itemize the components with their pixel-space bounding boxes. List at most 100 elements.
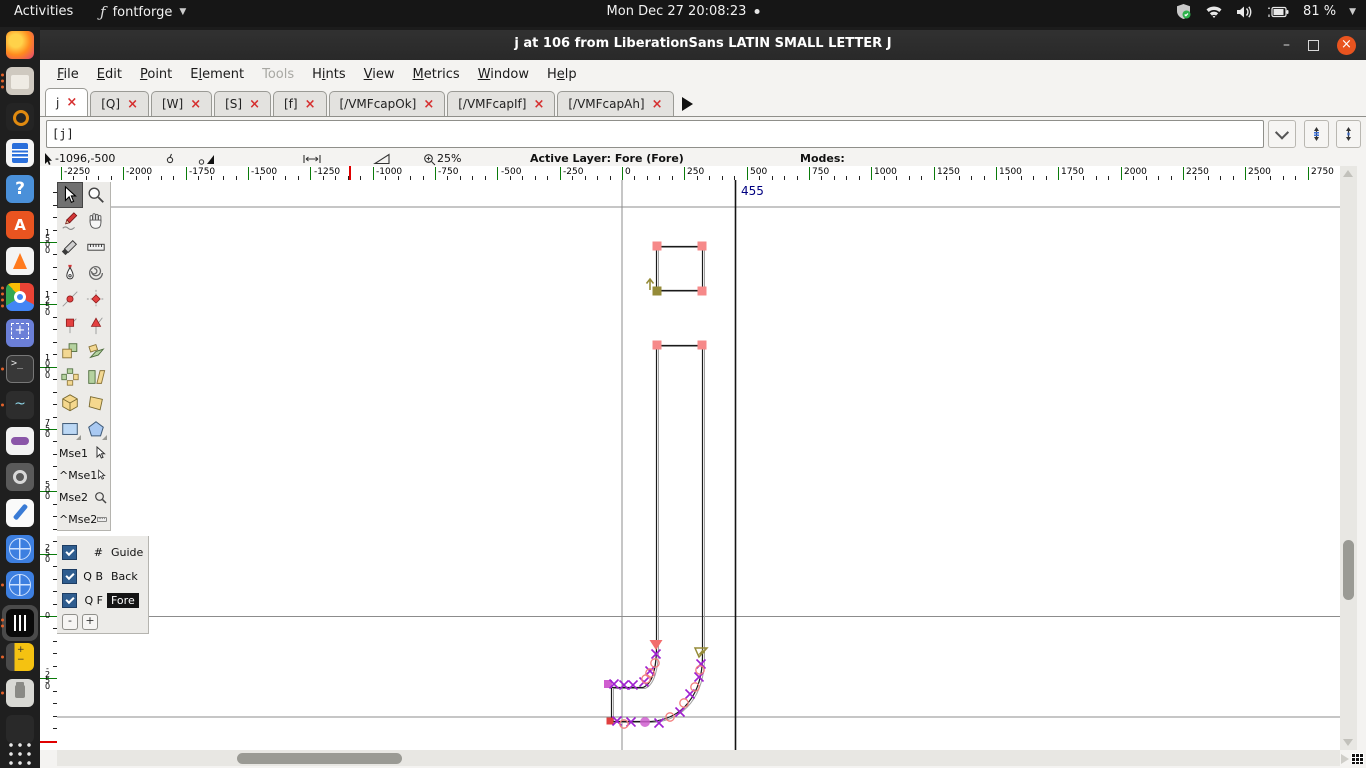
app-menu[interactable]: ƒ fontforge ▼ <box>100 3 186 21</box>
maximize-button[interactable] <box>1308 39 1319 51</box>
horizontal-scrollbar[interactable] <box>57 750 1340 766</box>
glyph-tab-VMFcapIf[interactable]: [/VMFcapIf] × <box>447 91 556 116</box>
dock-item-help[interactable]: ? <box>4 173 36 205</box>
dock-item-text-editor[interactable] <box>4 497 36 529</box>
remove-layer-button[interactable]: - <box>62 614 78 630</box>
wordlist-input[interactable] <box>46 120 1264 148</box>
pointer-tool[interactable] <box>57 182 83 208</box>
keyboard-layout-icon[interactable] <box>1351 753 1364 764</box>
tangent-point-tool[interactable] <box>83 312 109 338</box>
dock-item-vlc[interactable] <box>4 245 36 277</box>
dock-item-usb-creator[interactable] <box>1 677 36 709</box>
layer-visibility-checkbox[interactable] <box>62 544 77 560</box>
scale-tool[interactable] <box>57 338 83 364</box>
prev-word-button[interactable] <box>1304 120 1329 148</box>
tab-close-icon[interactable]: × <box>305 97 316 112</box>
add-layer-button[interactable]: + <box>82 614 98 630</box>
layer-name[interactable]: Back <box>107 569 142 584</box>
layer-row-fore[interactable]: Q F Fore <box>57 588 148 612</box>
glyph-tab-f[interactable]: [f] × <box>273 91 327 116</box>
scroll-hand-tool[interactable] <box>83 208 109 234</box>
hvcurve-point-tool[interactable] <box>83 286 109 312</box>
knife-tool[interactable] <box>57 234 83 260</box>
dock-item-calculator[interactable] <box>1 641 36 673</box>
polygon-star-tool[interactable] <box>83 416 109 442</box>
layer-visibility-checkbox[interactable] <box>62 592 77 608</box>
skew-tool[interactable] <box>83 364 109 390</box>
glyph-tab-j[interactable]: j × <box>45 88 89 116</box>
tab-close-icon[interactable]: × <box>652 97 663 112</box>
dock-item-document-viewer[interactable] <box>4 137 36 169</box>
tab-overflow-arrow-icon[interactable] <box>681 97 693 111</box>
menu-edit[interactable]: Edit <box>88 64 131 85</box>
tab-close-icon[interactable]: × <box>533 97 544 112</box>
layer-row-guide[interactable]: # Guide <box>57 540 148 564</box>
tab-close-icon[interactable]: × <box>190 97 201 112</box>
tab-close-icon[interactable]: × <box>127 97 138 112</box>
dock-item-tweaks[interactable] <box>4 425 36 457</box>
dock-item-files[interactable] <box>1 65 36 97</box>
spiro-tool[interactable] <box>83 260 109 286</box>
window-titlebar[interactable]: j at 106 from LiberationSans LATIN SMALL… <box>40 30 1366 60</box>
ctrl-mse1-label: ^Mse1 <box>59 468 98 482</box>
dock-item-settings[interactable] <box>4 461 36 493</box>
clock[interactable]: Mon Dec 27 20:08:23 <box>607 4 760 19</box>
layer-name[interactable]: Fore <box>107 592 139 608</box>
glyph-tab-VMFcapAh[interactable]: [/VMFcapAh] × <box>557 91 674 116</box>
pen-tool[interactable] <box>57 260 83 286</box>
dock-item-chrome[interactable] <box>1 281 36 313</box>
glyph-tab-W[interactable]: [W] × <box>150 91 213 116</box>
dock-item-screenshot[interactable] <box>4 317 36 349</box>
dock-item-terminal[interactable]: >_ <box>1 353 36 385</box>
dock-item-ubuntu-software[interactable]: A <box>4 209 36 241</box>
minimize-button[interactable]: – <box>1283 38 1290 52</box>
glyph-tab-VMFcapOk[interactable]: [/VMFcapOk] × <box>328 91 446 116</box>
layer-row-back[interactable]: Q B Back <box>57 564 148 588</box>
glyph-tab-Q[interactable]: [Q] × <box>90 91 149 116</box>
menu-help[interactable]: Help <box>538 64 586 85</box>
tab-close-icon[interactable]: × <box>66 95 77 110</box>
activities-button[interactable]: Activities <box>14 4 73 19</box>
dock-item-browser-2[interactable] <box>1 569 36 601</box>
menu-hints[interactable]: Hints <box>303 64 355 85</box>
ruler-tool[interactable] <box>83 234 109 260</box>
expand-arrow-icon[interactable] <box>1341 754 1349 764</box>
dock-item-firefox[interactable] <box>4 29 36 61</box>
curve-point-tool[interactable] <box>57 286 83 312</box>
horizontal-scrollbar-thumb[interactable] <box>237 752 402 764</box>
tab-close-icon[interactable]: × <box>423 97 434 112</box>
system-tray[interactable]: 81 % ▼ <box>1175 3 1356 20</box>
vertical-scrollbar[interactable] <box>1340 166 1357 750</box>
dock-item-fontforge[interactable] <box>1 605 38 641</box>
tab-close-icon[interactable]: × <box>249 97 260 112</box>
perspective-tool[interactable] <box>83 390 109 416</box>
scroll-up-arrow-icon[interactable] <box>1343 170 1353 177</box>
dock-item-app-grid[interactable] <box>4 738 36 768</box>
dock-item-rhythmbox[interactable] <box>4 101 36 133</box>
vertical-scrollbar-thumb[interactable] <box>1343 540 1354 600</box>
wordlist-dropdown-button[interactable] <box>1268 120 1296 148</box>
glyph-edit-canvas[interactable]: 455 Mse1 ^Mse1 Mse2 ^Mse2 # Guide Q B Ba… <box>57 180 1340 750</box>
corner-point-tool[interactable] <box>57 312 83 338</box>
magnify-tool[interactable] <box>83 182 109 208</box>
menu-file[interactable]: File <box>48 64 88 85</box>
freehand-tool[interactable] <box>57 208 83 234</box>
close-button[interactable]: × <box>1337 35 1356 55</box>
dock-item-system-monitor[interactable]: ~ <box>1 389 36 421</box>
mse1-label: Mse1 <box>59 446 88 460</box>
menu-element[interactable]: Element <box>181 64 253 85</box>
scroll-down-arrow-icon[interactable] <box>1343 739 1353 746</box>
layer-name[interactable]: Guide <box>107 545 147 560</box>
menu-window[interactable]: Window <box>469 64 538 85</box>
menu-view[interactable]: View <box>355 64 404 85</box>
layer-visibility-checkbox[interactable] <box>62 568 77 584</box>
rectangle-ellipse-tool[interactable] <box>57 416 83 442</box>
flip-tool[interactable] <box>57 364 83 390</box>
dock-item-browser-1[interactable] <box>4 533 36 565</box>
rotate-tool[interactable] <box>83 338 109 364</box>
menu-metrics[interactable]: Metrics <box>404 64 469 85</box>
glyph-tab-S[interactable]: [S] × <box>214 91 271 116</box>
rotate3d-tool[interactable] <box>57 390 83 416</box>
menu-point[interactable]: Point <box>131 64 181 85</box>
next-word-button[interactable] <box>1336 120 1361 148</box>
